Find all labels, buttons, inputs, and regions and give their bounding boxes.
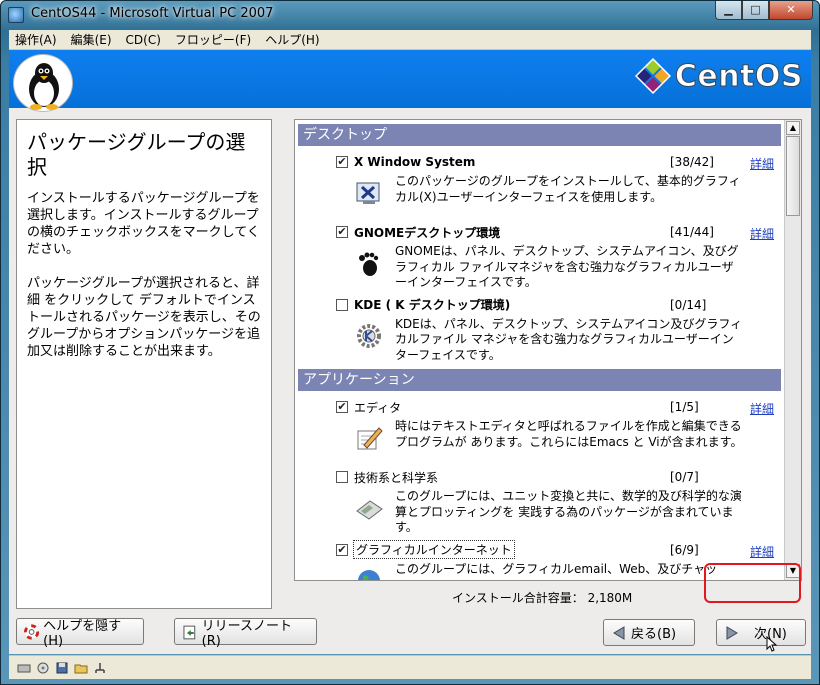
group-count: [1/5] — [670, 400, 699, 414]
group-name: グラフィカルインターネット — [353, 540, 515, 559]
help-panel: パッケージグループの選択 インストールするパッケージグループを選択します。インス… — [16, 119, 272, 609]
editor-pencil-icon — [357, 427, 383, 450]
help-paragraph: パッケージグループが選択されると、詳細 をクリックして デフォルトでインストール… — [27, 276, 261, 359]
category-header-desktop: デスクトップ — [298, 124, 781, 146]
menu-bar: 操作(A) 編集(E) CD(C) フロッピー(F) ヘルプ(H) — [9, 30, 811, 50]
menu-floppy[interactable]: フロッピー(F) — [175, 31, 251, 48]
mouse-cursor-icon — [766, 636, 778, 652]
lifebuoy-icon — [24, 623, 40, 640]
vertical-scrollbar[interactable]: ▲ ▼ — [784, 120, 801, 580]
hide-help-button[interactable]: ヘルプを隠す(H) — [16, 618, 144, 649]
back-button[interactable]: 戻る(B) — [603, 619, 695, 646]
group-name: エディタ — [354, 400, 402, 415]
group-name: GNOMEデスクトップ環境 — [354, 225, 501, 240]
details-link[interactable]: 詳細 — [750, 155, 774, 172]
centos-mark-icon — [634, 58, 671, 94]
group-checkbox[interactable]: ✔ — [336, 156, 348, 168]
x-window-icon — [356, 182, 380, 204]
group-description: GNOMEは、パネル、デスクトップ、システムアイコン、及びグラフィカル ファイル… — [395, 244, 739, 289]
back-label: 戻る(B) — [631, 627, 677, 642]
menu-help[interactable]: ヘルプ(H) — [265, 31, 319, 48]
hard-disk-icon[interactable] — [17, 662, 31, 674]
group-engineering-scientific: 技術系と科学系 [0/7] このグループには、ユニット変換と共に、数学的及び科学… — [298, 467, 781, 536]
category-header-applications: アプリケーション — [298, 369, 781, 391]
close-button[interactable]: ✕ — [769, 1, 813, 20]
window-title: CentOS44 - Microsoft Virtual PC 2007 — [31, 6, 274, 21]
group-checkbox[interactable]: ✔ — [336, 543, 348, 556]
details-link[interactable]: 詳細 — [750, 400, 774, 417]
group-editors: ✔ エディタ [1/5] 詳細 時にはテキストエディタと呼ばれるファイルを作成と… — [298, 397, 781, 463]
network-icon[interactable] — [93, 662, 107, 674]
group-name: KDE ( K デスクトップ環境) — [354, 298, 511, 312]
group-description: このグループには、ユニット変換と共に、数学的及び科学的な演算とプロッティングを … — [395, 489, 742, 534]
back-arrow-icon — [613, 625, 625, 640]
group-description: このグループには、グラフィカルemail、Web、及びチャッ — [395, 561, 718, 576]
scroll-thumb[interactable] — [786, 136, 800, 216]
group-description: このパッケージのグループをインストールして、基本的グラフィカル(X)ユーザーイン… — [395, 174, 741, 204]
package-group-list[interactable]: デスクトップ ✔ X Window System [38/42] 詳細 このパッ… — [294, 119, 802, 581]
group-checkbox[interactable] — [336, 298, 348, 311]
floppy-icon[interactable] — [55, 662, 69, 674]
status-bar — [9, 655, 811, 679]
details-link[interactable]: 詳細 — [750, 225, 774, 242]
maximize-button[interactable]: □ — [742, 1, 769, 20]
globe-icon — [358, 569, 380, 580]
document-arrow-icon — [183, 625, 196, 639]
window-frame: CentOS44 - Microsoft Virtual PC 2007 ▁ □… — [0, 0, 820, 685]
window-controls: ▁ □ ✕ — [715, 1, 813, 22]
centos-logo: CentOS — [634, 58, 803, 94]
tux-penguin-icon — [13, 54, 73, 112]
virtual-pc-app-icon — [8, 7, 24, 23]
hide-help-label: ヘルプを隠す(H) — [43, 618, 122, 649]
help-paragraph: インストールするパッケージグループを選択します。インストールするグループの横のチ… — [27, 191, 260, 257]
scroll-up-button[interactable]: ▲ — [786, 121, 800, 135]
group-name: 技術系と科学系 — [354, 470, 439, 485]
title-bar[interactable]: CentOS44 - Microsoft Virtual PC 2007 ▁ □… — [1, 1, 819, 29]
minimize-button[interactable]: ▁ — [715, 1, 742, 20]
menu-edit[interactable]: 編集(E) — [71, 31, 112, 48]
help-title: パッケージグループの選択 — [27, 130, 246, 179]
group-name: X Window System — [354, 155, 476, 169]
group-checkbox[interactable]: ✔ — [336, 401, 348, 413]
group-count: [6/9] — [670, 542, 699, 557]
installer-banner: CentOS — [9, 50, 811, 112]
guest-screen: CentOS パッケージグループの選択 インストールするパッケージグループを選択… — [9, 50, 811, 654]
gnome-foot-icon — [359, 252, 379, 276]
menu-action[interactable]: 操作(A) — [15, 31, 57, 48]
group-count: [41/44] — [670, 225, 714, 239]
next-arrow-icon — [726, 625, 738, 640]
group-gnome: ✔ GNOMEデスクトップ環境 [41/44] 詳細 GNOMEは、パネル、デス… — [298, 222, 781, 291]
package-list-content: デスクトップ ✔ X Window System [38/42] 詳細 このパッ… — [298, 124, 781, 580]
calculator-icon — [356, 500, 383, 520]
group-checkbox[interactable] — [336, 471, 348, 483]
group-count: [0/7] — [670, 470, 699, 484]
group-count: [38/42] — [670, 155, 714, 169]
group-kde: KDE ( K デスクトップ環境) [0/14] KDEは、パネル、デスクトップ… — [298, 295, 781, 364]
group-checkbox[interactable]: ✔ — [336, 226, 348, 238]
group-description: KDEは、パネル、デスクトップ、システムアイコン及びグラフィカルファイル マネジ… — [395, 316, 743, 362]
next-button[interactable]: 次(N) — [716, 619, 806, 646]
cd-drive-icon[interactable] — [36, 662, 50, 674]
shared-folder-icon[interactable] — [74, 662, 88, 674]
next-button-highlight — [704, 563, 801, 603]
centos-wordmark: CentOS — [674, 58, 803, 94]
group-description: 時にはテキストエディタと呼ばれるファイルを作成と編集できるプログラムが あります… — [395, 419, 743, 449]
menu-cd[interactable]: CD(C) — [126, 33, 161, 47]
group-x-window: ✔ X Window System [38/42] 詳細 このパッケージのグルー… — [298, 152, 781, 218]
kde-gear-icon — [357, 323, 381, 348]
release-notes-label: リリースノート(R) — [201, 618, 293, 649]
group-count: [0/14] — [670, 297, 707, 312]
details-link[interactable]: 詳細 — [750, 543, 774, 560]
total-install-size: インストール合計容量： 2,180M — [452, 591, 633, 605]
release-notes-button[interactable]: リリースノート(R) — [174, 618, 317, 649]
